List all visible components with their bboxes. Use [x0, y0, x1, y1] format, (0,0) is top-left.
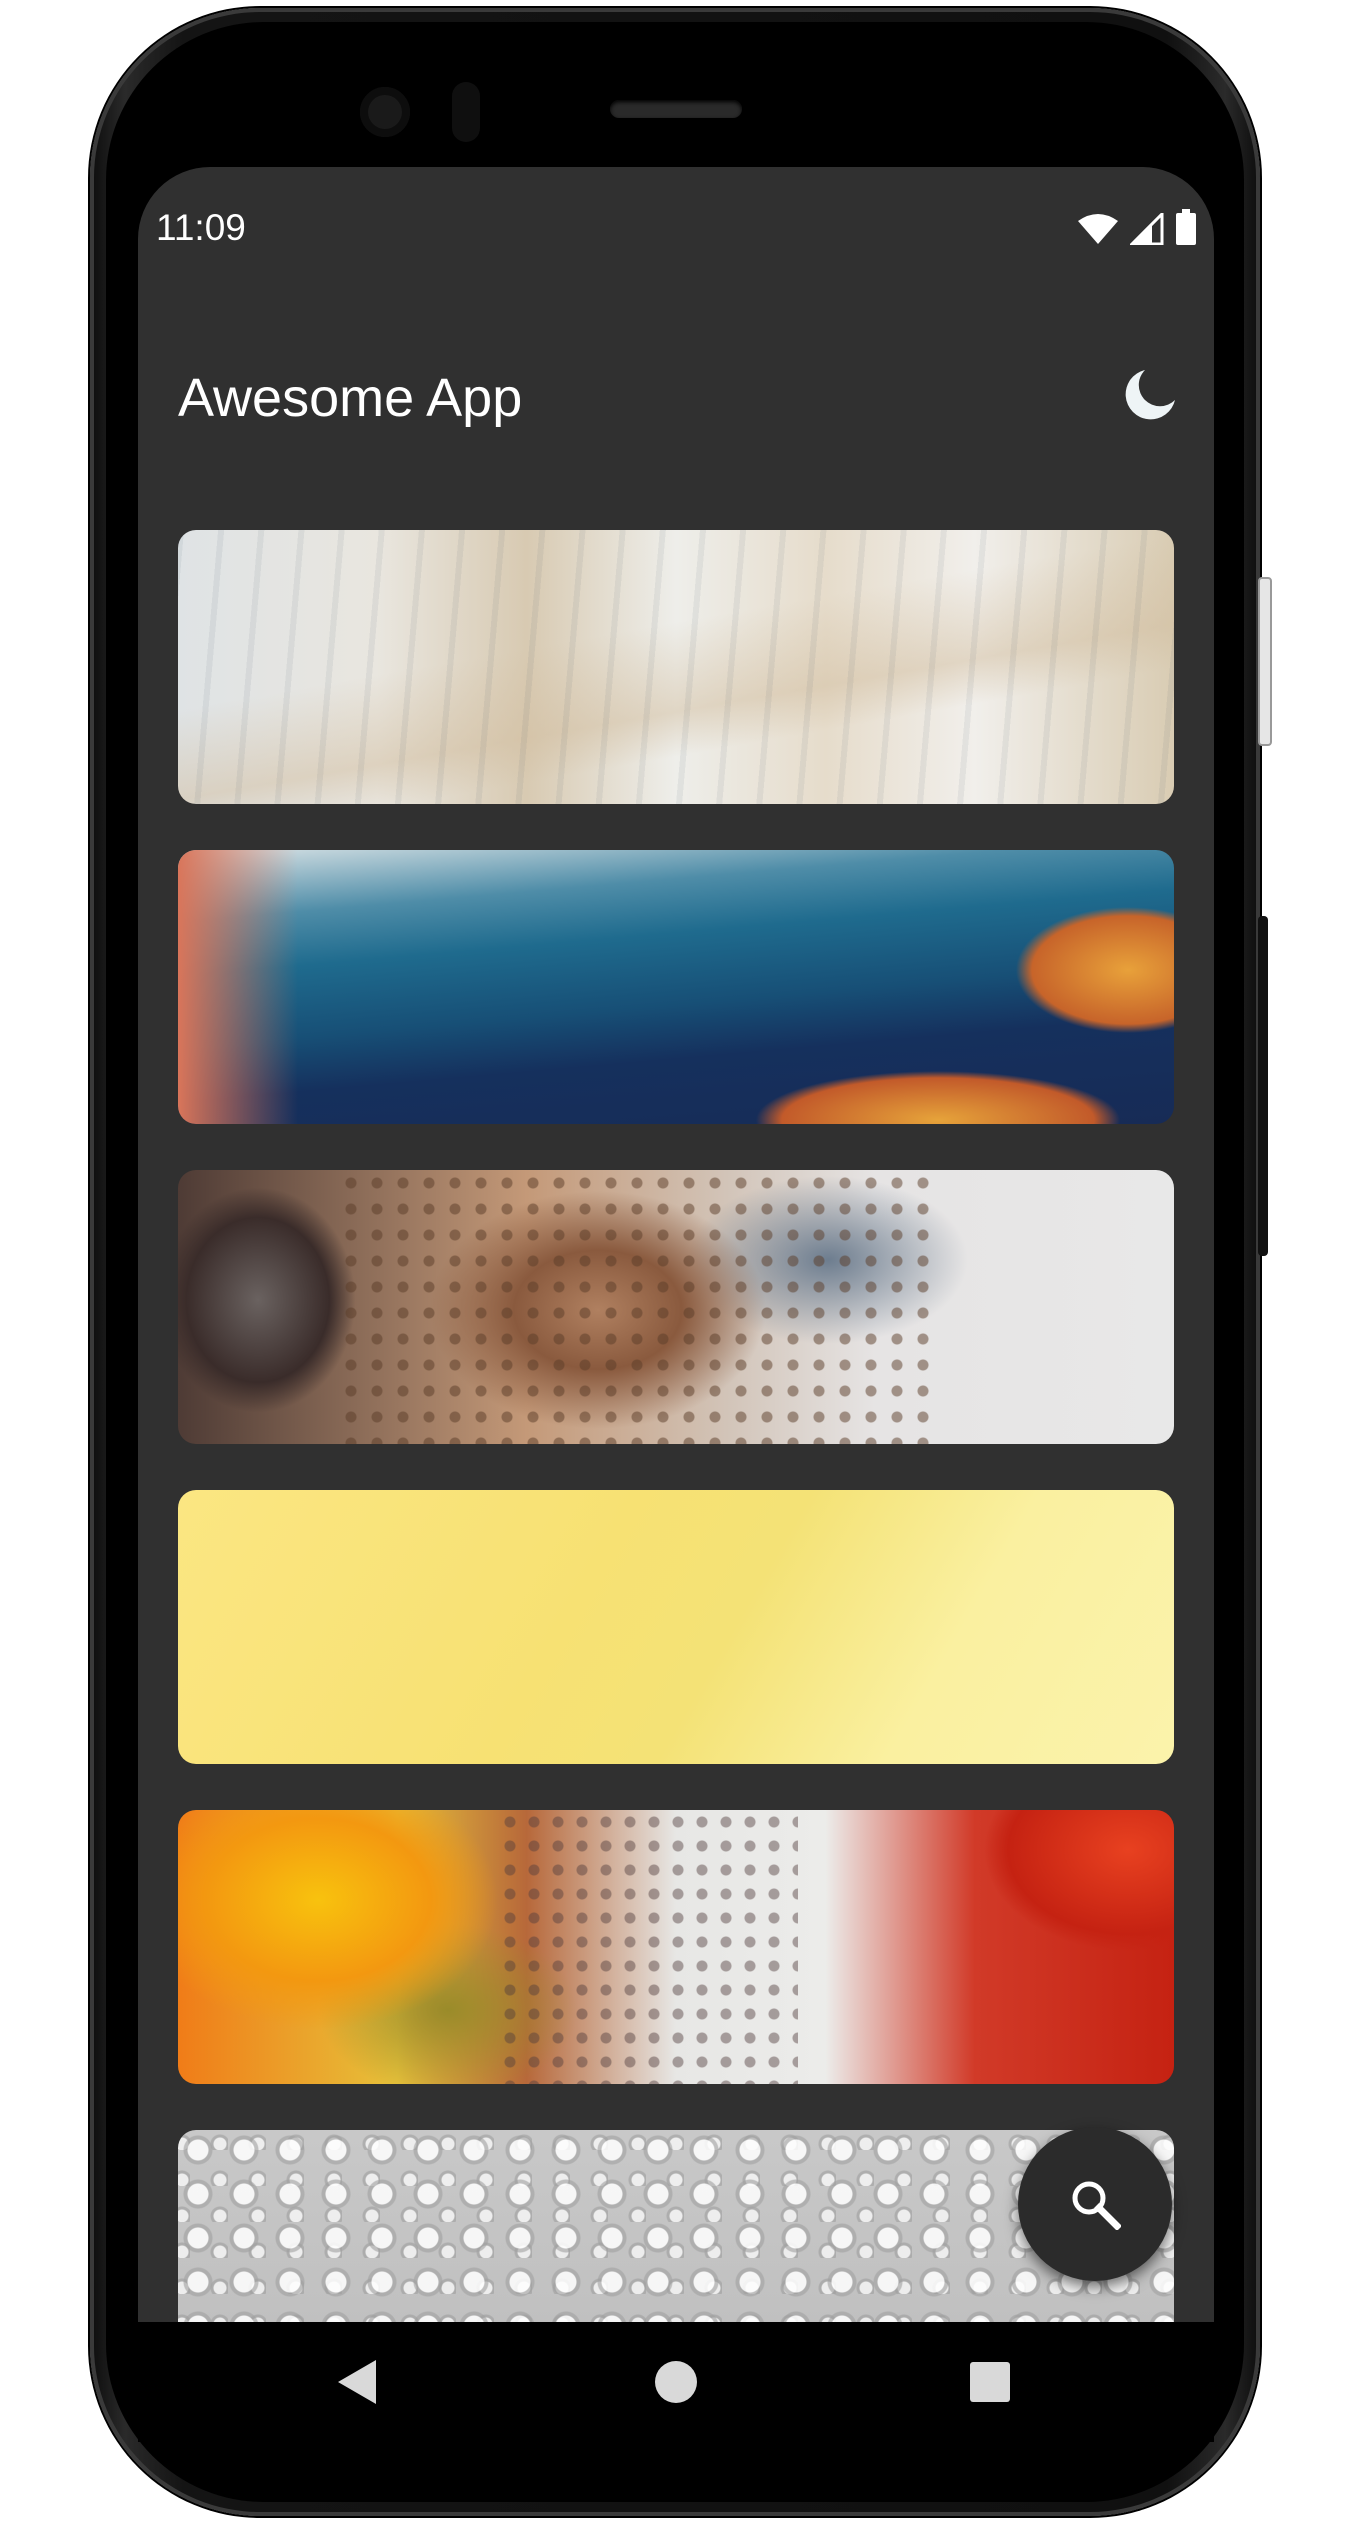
status-icons: [1078, 209, 1196, 245]
search-icon: [1072, 2181, 1121, 2230]
volume-button: [1258, 916, 1268, 1256]
home-icon: [655, 2361, 697, 2403]
power-button: [1258, 577, 1272, 746]
theme-toggle-button[interactable]: [1120, 365, 1180, 425]
back-button[interactable]: [298, 2322, 418, 2442]
dark-mode-moon-icon: [1125, 370, 1175, 420]
navigation-bar: [138, 2322, 1214, 2442]
status-time: 11:09: [156, 207, 246, 248]
wallpaper-card[interactable]: [178, 1490, 1174, 1764]
app-title: Awesome App: [178, 368, 523, 428]
home-button[interactable]: [616, 2322, 736, 2442]
earpiece-speaker: [610, 100, 742, 118]
wallpaper-card[interactable]: [178, 1170, 1174, 1444]
search-fab[interactable]: [1018, 2127, 1172, 2281]
recents-icon: [970, 2362, 1010, 2402]
wifi-icon: [1078, 214, 1118, 244]
recents-button[interactable]: [930, 2322, 1050, 2442]
back-icon: [338, 2360, 376, 2404]
face-sensor: [452, 82, 480, 142]
battery-icon: [1176, 209, 1196, 245]
front-camera: [360, 87, 410, 137]
wallpaper-card[interactable]: [178, 850, 1174, 1124]
cellular-signal-icon: [1130, 213, 1164, 245]
app-screen: 11:09 Awesome App: [138, 167, 1214, 2442]
wallpaper-card[interactable]: [178, 1810, 1174, 2084]
status-bar: 11:09: [138, 167, 1214, 287]
wallpaper-card[interactable]: [178, 530, 1174, 804]
app-bar: Awesome App: [138, 347, 1214, 447]
